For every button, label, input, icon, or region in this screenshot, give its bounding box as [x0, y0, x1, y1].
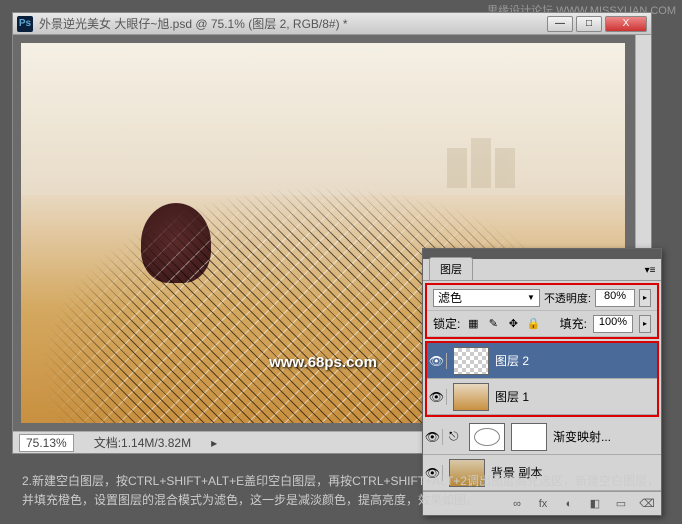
layer-list: 👁 图层 2 👁 图层 1 [427, 343, 657, 415]
lock-transparent-icon[interactable]: ▦ [466, 317, 480, 331]
opacity-input[interactable]: 80% [595, 289, 635, 307]
photoshop-icon: Ps [17, 16, 33, 32]
maximize-button[interactable]: □ [576, 16, 602, 32]
blend-mode-dropdown[interactable]: 滤色 ▼ [433, 289, 540, 307]
document-info: 文档:1.14M/3.82M [94, 434, 191, 451]
panel-menu-icon[interactable]: ▾≡ [643, 263, 657, 277]
lock-all-icon[interactable]: 🔒 [526, 317, 540, 331]
layer-thumbnail[interactable] [453, 383, 489, 411]
layer-item-2[interactable]: 👁 图层 2 [427, 343, 657, 379]
tutorial-caption: 2.新建空白图层，按CTRL+SHIFT+ALT+E盖印空白图层，再按CTRL+… [12, 466, 670, 516]
link-icon[interactable]: ⎋ [449, 429, 463, 444]
layer-name[interactable]: 渐变映射... [553, 428, 657, 445]
close-button[interactable]: X [605, 16, 647, 32]
visibility-eye-icon[interactable]: 👁 [431, 389, 447, 405]
fill-arrow-icon[interactable]: ▸ [639, 315, 651, 333]
title-bar[interactable]: Ps 外景逆光美女 大眼仔~旭.psd @ 75.1% (图层 2, RGB/8… [13, 13, 651, 35]
lock-pixels-icon[interactable]: ✎ [486, 317, 500, 331]
highlight-box-layers: 👁 图层 2 👁 图层 1 [425, 341, 659, 417]
visibility-eye-icon[interactable]: 👁 [431, 353, 447, 369]
layer-name[interactable]: 图层 1 [495, 388, 653, 405]
layer-item-gradient-map[interactable]: 👁 ⎋ 渐变映射... [423, 419, 661, 455]
layers-tab[interactable]: 图层 [429, 257, 473, 280]
watermark-canvas: www.68ps.com [269, 354, 377, 371]
chevron-down-icon: ▼ [527, 293, 535, 302]
figure [141, 203, 231, 323]
highlight-box-top: 滤色 ▼ 不透明度: 80% ▸ 锁定: ▦ ✎ ✥ 🔒 填充: 100% ▸ [425, 283, 659, 339]
mask-thumbnail[interactable] [511, 423, 547, 451]
adjustment-thumbnail[interactable] [469, 423, 505, 451]
info-arrow-icon[interactable]: ▸ [211, 436, 217, 450]
buildings [445, 138, 565, 188]
blend-mode-value: 滤色 [438, 289, 462, 306]
layer-thumbnail[interactable] [453, 347, 489, 375]
fill-input[interactable]: 100% [593, 315, 633, 333]
visibility-eye-icon[interactable]: 👁 [427, 429, 443, 445]
layer-item-1[interactable]: 👁 图层 1 [427, 379, 657, 415]
zoom-level[interactable]: 75.13% [19, 434, 74, 452]
opacity-label: 不透明度: [544, 290, 591, 306]
fill-label: 填充: [560, 315, 587, 332]
lock-position-icon[interactable]: ✥ [506, 317, 520, 331]
lock-label: 锁定: [433, 315, 460, 332]
window-title: 外景逆光美女 大眼仔~旭.psd @ 75.1% (图层 2, RGB/8#) … [39, 15, 547, 32]
layer-name[interactable]: 图层 2 [495, 352, 653, 369]
minimize-button[interactable]: — [547, 16, 573, 32]
opacity-arrow-icon[interactable]: ▸ [639, 289, 651, 307]
